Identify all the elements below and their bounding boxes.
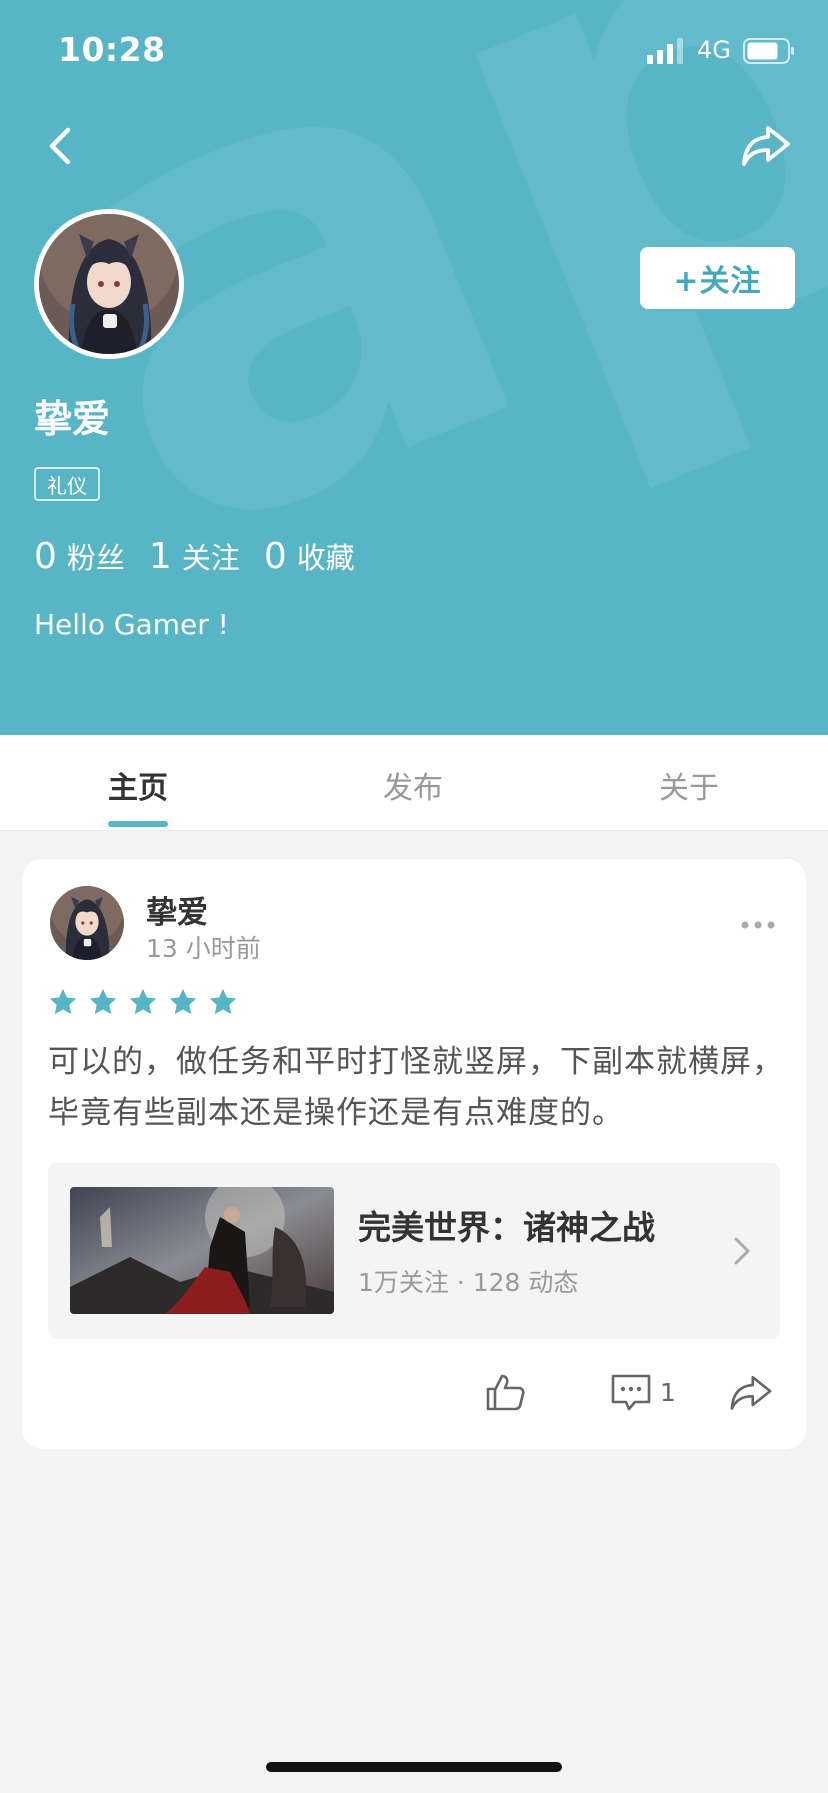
like-button[interactable] <box>484 1369 526 1415</box>
profile-stats: 0 粉丝 1 关注 0 收藏 <box>34 535 379 577</box>
game-link-card[interactable]: 完美世界：诸神之战 1万关注 · 128 动态 <box>48 1163 780 1339</box>
profile-username: 挚爱 <box>34 397 111 441</box>
more-options-icon[interactable] <box>740 919 776 931</box>
share-icon <box>730 1375 772 1410</box>
star-icon <box>169 988 197 1015</box>
network-type: 4G <box>697 36 731 64</box>
game-thumbnail <box>70 1187 334 1314</box>
avatar-illustration <box>39 214 179 354</box>
profile-bio: Hello Gamer ! <box>34 608 229 641</box>
star-icon <box>209 988 237 1015</box>
stat-fans[interactable]: 0 粉丝 <box>34 535 125 577</box>
profile-tabs: 主页 发布 关于 <box>0 735 828 831</box>
user-badge: 礼仪 <box>34 467 100 501</box>
stat-fans-label: 粉丝 <box>66 541 125 575</box>
comment-icon <box>611 1374 651 1411</box>
post-author-avatar[interactable] <box>50 886 124 960</box>
tab-about[interactable]: 关于 <box>659 763 719 807</box>
post-body-text: 可以的，做任务和平时打怪就竖屏，下副本就横屏，毕竟有些副本还是操作还是有点难度的… <box>48 1044 784 1131</box>
stat-following[interactable]: 1 关注 <box>149 535 240 577</box>
status-bar: 10:28 4G <box>0 0 828 100</box>
chevron-right-icon <box>734 1237 750 1265</box>
share-icon[interactable] <box>740 122 792 168</box>
signal-icon <box>647 38 683 64</box>
thumbs-up-icon <box>486 1374 525 1411</box>
post-timestamp: 13 小时前 <box>146 934 261 963</box>
home-indicator[interactable] <box>266 1762 562 1772</box>
game-meta: 1万关注 · 128 动态 <box>358 1268 579 1297</box>
avatar[interactable] <box>34 209 184 359</box>
rating-stars <box>48 987 248 1017</box>
star-icon <box>49 988 77 1015</box>
stat-favorites-value: 0 <box>263 536 287 577</box>
tab-home[interactable]: 主页 <box>108 763 168 807</box>
star-icon <box>129 988 157 1015</box>
post-author-name[interactable]: 挚爱 <box>146 887 208 932</box>
post-card[interactable]: 挚爱 13 小时前 可以的，做任务和平时打怪就竖屏，下副本就横屏，毕竟有些副本还… <box>22 859 806 1449</box>
battery-icon <box>743 38 794 64</box>
stat-fans-value: 0 <box>34 536 57 577</box>
comment-count: 1 <box>660 1377 676 1407</box>
stat-following-value: 1 <box>148 536 172 577</box>
follow-button[interactable]: +关注 <box>640 247 795 309</box>
post-share-button[interactable] <box>728 1369 774 1415</box>
stat-favorites-label: 收藏 <box>296 541 355 575</box>
star-icon <box>89 988 117 1015</box>
active-tab-indicator <box>108 821 168 827</box>
profile-header: ap 10:28 4G +关注 挚爱 礼仪 0 粉丝 1 关注 0 收藏 Hel… <box>0 0 828 735</box>
stat-favorites[interactable]: 0 收藏 <box>264 535 355 577</box>
post-avatar-illustration <box>50 886 124 960</box>
tab-posts[interactable]: 发布 <box>383 763 443 807</box>
stat-following-label: 关注 <box>181 541 240 575</box>
back-arrow-icon[interactable] <box>40 120 84 172</box>
status-time: 10:28 <box>58 30 166 69</box>
comment-button[interactable]: 1 <box>610 1369 676 1415</box>
game-title: 完美世界：诸神之战 <box>358 1208 655 1247</box>
